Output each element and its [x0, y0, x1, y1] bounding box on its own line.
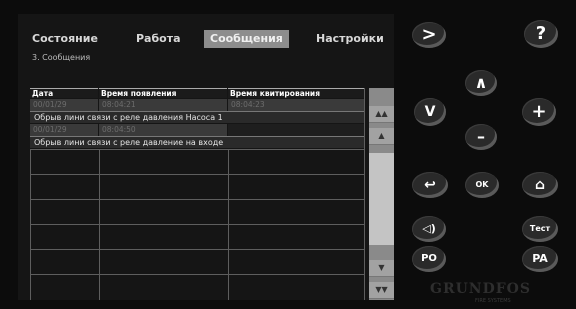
column-header-date: Дата: [30, 88, 98, 98]
forward-button[interactable]: >: [412, 22, 446, 48]
grid-line: [30, 149, 31, 300]
cell-acknowledged: 08:04:23: [228, 99, 364, 111]
test-button[interactable]: Тест: [522, 216, 558, 242]
grid-line: [30, 249, 364, 250]
scroll-page-down-button[interactable]: ▼▼: [369, 282, 394, 299]
grid-line: [30, 199, 364, 200]
grid-line: [30, 174, 364, 175]
scrollbar[interactable]: ▲▲ ▲ ▼ ▼▼: [369, 88, 394, 300]
cell-appeared: 08:04:50: [99, 124, 227, 136]
breadcrumb: 3. Сообщения: [32, 53, 91, 62]
grid-line: [30, 149, 364, 150]
po-button[interactable]: PO: [412, 246, 446, 272]
cell-acknowledged: [228, 124, 364, 136]
pa-button[interactable]: PA: [522, 246, 558, 272]
cell-date: 00/01/29: [30, 99, 98, 111]
control-panel: Состояние Работа Сообщения Настройки 3. …: [0, 0, 576, 309]
cell-date: 00/01/29: [30, 124, 98, 136]
column-header-acknowledged: Время квитирования: [228, 88, 364, 98]
tab-settings[interactable]: Настройки: [310, 30, 390, 48]
scroll-thumb[interactable]: [369, 153, 394, 245]
table-row[interactable]: 00/01/29 08:04:50: [30, 124, 364, 136]
grid-line: [99, 149, 100, 300]
message-text: Обрыв лини связи с реле давления Насоса …: [30, 111, 364, 123]
tab-status[interactable]: Состояние: [26, 30, 104, 48]
message-text: Обрыв лини связи с реле давление на вход…: [30, 136, 364, 148]
ok-button[interactable]: OK: [465, 172, 499, 198]
sound-button[interactable]: ◁): [412, 216, 446, 242]
scroll-down-button[interactable]: ▼: [369, 260, 394, 277]
cell-appeared: 08:04:21: [99, 99, 227, 111]
plus-button[interactable]: +: [522, 98, 556, 126]
grid-line: [30, 224, 364, 225]
help-button[interactable]: ?: [524, 20, 558, 48]
scroll-up-button[interactable]: ▲: [369, 128, 394, 145]
tab-messages[interactable]: Сообщения: [204, 30, 289, 48]
grid-line: [364, 88, 365, 300]
scroll-page-up-button[interactable]: ▲▲: [369, 106, 394, 123]
grid-line: [228, 149, 229, 300]
down-left-button[interactable]: V: [414, 98, 446, 126]
messages-table: Дата Время появления Время квитирования …: [24, 88, 394, 300]
back-button[interactable]: ↩: [412, 172, 448, 198]
column-header-appeared: Время появления: [99, 88, 227, 98]
table-row[interactable]: 00/01/29 08:04:21 08:04:23: [30, 99, 364, 111]
tab-work[interactable]: Работа: [130, 30, 187, 48]
home-button[interactable]: ⌂: [522, 172, 558, 198]
grid-line: [30, 274, 364, 275]
up-button[interactable]: ∧: [465, 70, 497, 96]
brand-subtitle: FIRE SYSTEMS: [475, 298, 511, 304]
minus-button[interactable]: –: [465, 124, 497, 150]
brand-logo: GRUNDFOS: [430, 281, 531, 297]
